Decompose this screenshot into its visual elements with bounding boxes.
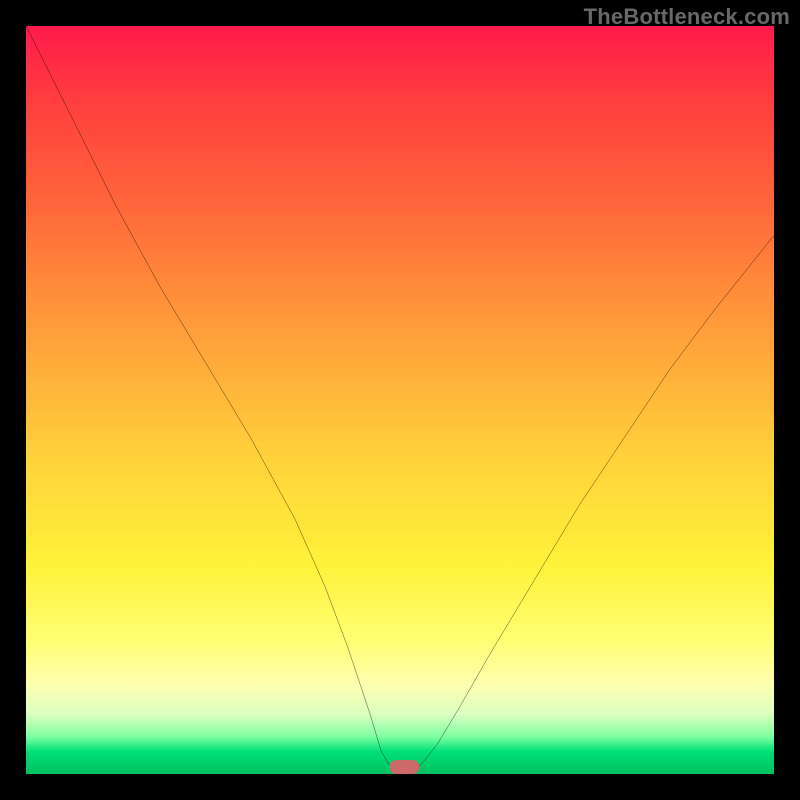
optimum-marker (389, 760, 419, 774)
chart-frame: TheBottleneck.com (0, 0, 800, 800)
watermark-text: TheBottleneck.com (584, 4, 790, 30)
bottleneck-curve (26, 26, 774, 774)
plot-area (26, 26, 774, 774)
